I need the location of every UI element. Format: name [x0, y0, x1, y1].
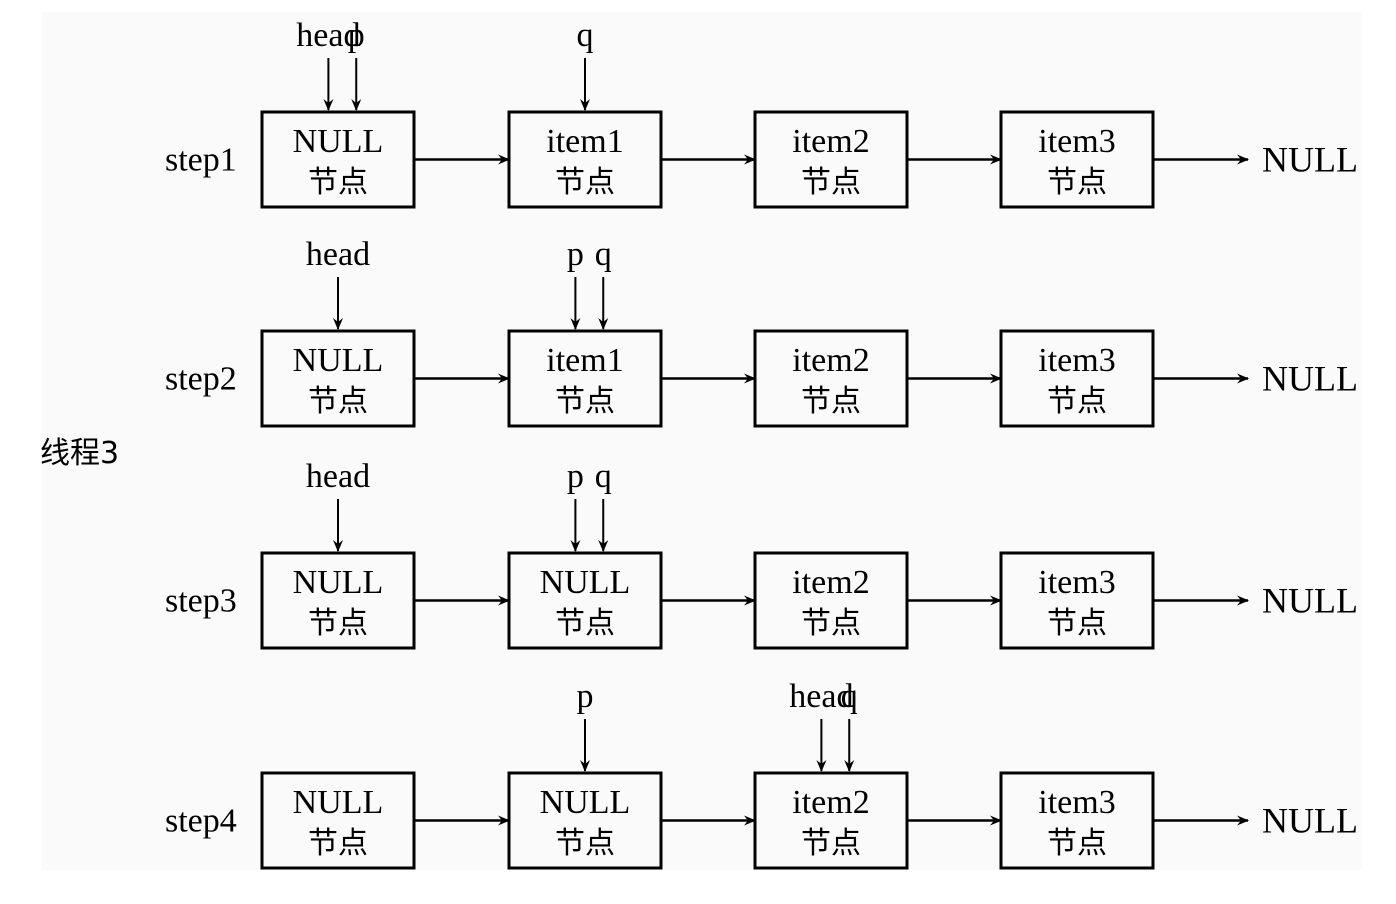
node-value: NULL — [293, 123, 384, 160]
linked-list-diagram: 线程3 step1 NULL节点item1节点item2节点item3节点NULL… — [40, 17, 1358, 870]
node-sub-label: 节点 — [308, 384, 368, 419]
list-node: item2 节点 — [753, 551, 909, 650]
node-value: item2 — [792, 564, 869, 601]
list-node: NULL 节点 — [260, 771, 416, 870]
step-row: step3 NULL 节点 NULL 节点 item2 节点 item3 节点 NULL head p… — [165, 458, 1358, 650]
step-label: step3 — [165, 583, 237, 620]
node-sub-label: 节点 — [308, 826, 368, 861]
list-node: item1 节点 — [507, 110, 663, 209]
list-node: item2 节点 — [753, 110, 909, 209]
pointer-label: q — [595, 458, 612, 495]
list-node: item1 节点 — [507, 329, 663, 428]
null-terminal: NULL — [1262, 581, 1358, 621]
node-value: item3 — [1038, 564, 1115, 601]
node-value: item3 — [1038, 342, 1115, 379]
node-sub-label: 节点 — [308, 606, 368, 641]
pointer-q: q — [595, 458, 612, 552]
thread-label: 线程3 — [40, 436, 119, 471]
step-row: step4 NULL节点NULL节点item2节点item3节点NULLp head… — [165, 678, 1358, 870]
pointer-label: p — [567, 236, 584, 273]
pointer-q: q — [595, 236, 612, 330]
step-label: step4 — [165, 803, 237, 840]
node-sub-label: 节点 — [801, 826, 861, 861]
node-value: NULL — [540, 784, 631, 821]
pointer-p: p — [577, 678, 594, 772]
node-value: item3 — [1038, 784, 1115, 821]
node-value: item3 — [1038, 123, 1115, 160]
node-value: NULL — [293, 564, 384, 601]
pointer-p: p — [567, 236, 584, 330]
step-label: step2 — [165, 361, 237, 398]
node-sub-label: 节点 — [555, 826, 615, 861]
pointer-label: q — [841, 678, 858, 715]
node-sub-label: 节点 — [801, 165, 861, 200]
null-terminal: NULL — [1262, 140, 1358, 180]
node-value: item1 — [546, 342, 623, 379]
node-sub-label: 节点 — [1047, 384, 1107, 419]
list-node: item2 节点 — [753, 771, 909, 870]
pointer-label: p — [577, 678, 594, 715]
node-sub-label: 节点 — [801, 606, 861, 641]
list-node: NULL 节点 — [507, 771, 663, 870]
step-row: step2 NULL 节点 item1 节点 item2 节点 item3 节点 NULL head… — [165, 236, 1358, 428]
node-value: item1 — [546, 123, 623, 160]
pointer-head: head — [306, 458, 370, 552]
pointer-p: p — [348, 17, 365, 111]
node-value: NULL — [293, 784, 384, 821]
list-node: NULL 节点 — [260, 551, 416, 650]
node-sub-label: 节点 — [1047, 165, 1107, 200]
step-label: step1 — [165, 142, 237, 179]
node-value: item2 — [792, 784, 869, 821]
pointer-q: q — [577, 17, 594, 111]
list-node: item3 节点 — [999, 551, 1155, 650]
list-node: NULL 节点 — [507, 551, 663, 650]
node-value: NULL — [540, 564, 631, 601]
pointer-label: q — [595, 236, 612, 273]
node-sub-label: 节点 — [1047, 826, 1107, 861]
step-row: step1 NULL节点item1节点item2节点item3节点NULLhead… — [165, 17, 1358, 209]
node-value: item2 — [792, 342, 869, 379]
pointer-head: head — [306, 236, 370, 330]
node-sub-label: 节点 — [555, 384, 615, 419]
list-node: item3 节点 — [999, 329, 1155, 428]
null-terminal: NULL — [1262, 801, 1358, 841]
list-node: item3 节点 — [999, 110, 1155, 209]
node-sub-label: 节点 — [1047, 606, 1107, 641]
pointer-label: p — [348, 17, 365, 54]
node-value: item2 — [792, 123, 869, 160]
node-value: NULL — [293, 342, 384, 379]
null-terminal: NULL — [1262, 359, 1358, 399]
list-node: item3 节点 — [999, 771, 1155, 870]
list-node: NULL 节点 — [260, 110, 416, 209]
pointer-label: head — [306, 236, 370, 273]
list-node: item2 节点 — [753, 329, 909, 428]
pointer-label: p — [567, 458, 584, 495]
pointer-p: p — [567, 458, 584, 552]
node-sub-label: 节点 — [308, 165, 368, 200]
node-sub-label: 节点 — [555, 606, 615, 641]
node-sub-label: 节点 — [801, 384, 861, 419]
list-node: NULL 节点 — [260, 329, 416, 428]
pointer-q: q — [841, 678, 858, 772]
pointer-label: head — [306, 458, 370, 495]
pointer-label: q — [577, 17, 594, 54]
node-sub-label: 节点 — [555, 165, 615, 200]
